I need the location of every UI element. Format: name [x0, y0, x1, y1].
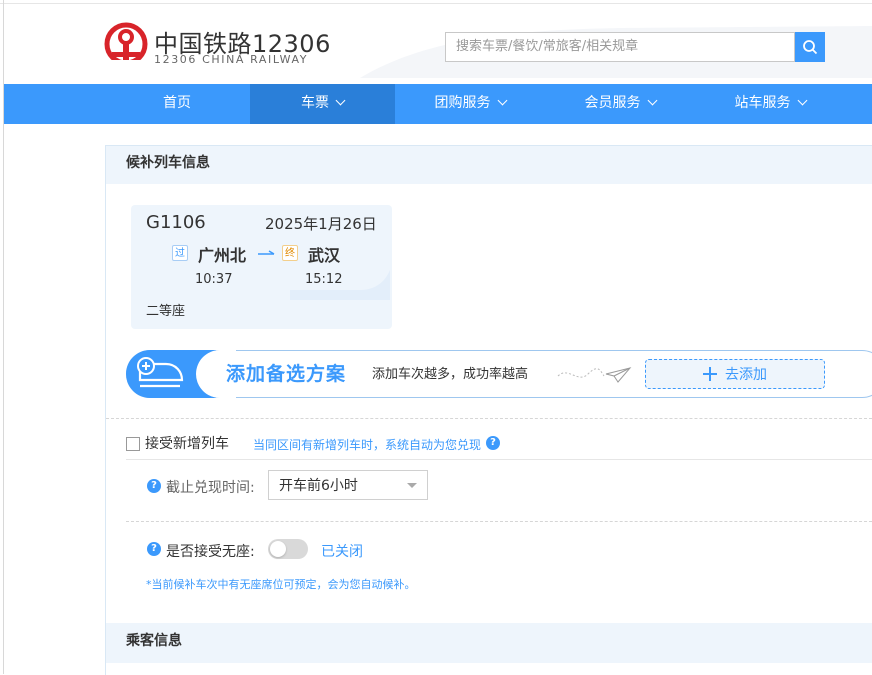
no-seat-state: 已关闭 [321, 544, 363, 560]
logo-subtitle: 12306 CHINA RAILWAY [154, 53, 309, 66]
depart-time: 10:37 [195, 272, 233, 287]
passenger-section-title: 乘客信息 [126, 633, 182, 649]
to-station: 武汉 [308, 246, 341, 265]
passenger-section-header: 乘客信息 [106, 623, 872, 663]
no-seat-label: 是否接受无座: [166, 544, 255, 560]
train-add-icon [137, 357, 184, 388]
paper-plane-icon [557, 367, 632, 383]
chevron-down-icon [647, 95, 657, 106]
add-option-button-label: 去添加 [725, 367, 767, 383]
search-icon [803, 40, 818, 55]
nav-tickets-label: 车票 [301, 95, 329, 111]
question-icon[interactable]: ? [147, 542, 161, 556]
row-divider [126, 459, 872, 460]
chevron-down-icon [797, 95, 807, 106]
nav-member-label: 会员服务 [584, 95, 641, 111]
plus-icon [703, 367, 717, 381]
add-option-subtitle: 添加车次越多，成功率越高 [372, 367, 529, 382]
chevron-down-icon [335, 95, 346, 106]
search-input[interactable]: 搜索车票/餐饮/常旅客/相关规章 [445, 32, 795, 62]
nav-member-service[interactable]: 会员服务 [545, 84, 695, 124]
no-seat-note: *当前候补车次中有无座席位可预定，会为您自动候补。 [146, 578, 416, 591]
nav-group-service[interactable]: 团购服务 [395, 84, 545, 124]
seat-class: 二等座 [146, 304, 186, 319]
section-divider [106, 418, 872, 419]
add-option-title: 添加备选方案 [226, 363, 347, 385]
add-option-button[interactable]: 去添加 [645, 359, 825, 389]
waitlist-section-title: 候补列车信息 [106, 146, 872, 184]
terminal-station-tag: 终 [282, 245, 298, 261]
deadline-label: 截止兑现时间: [166, 480, 255, 496]
search-button[interactable] [795, 32, 825, 62]
chevron-down-icon [407, 483, 417, 488]
pass-station-tag: 过 [172, 245, 188, 261]
railway-logo-icon[interactable] [104, 22, 148, 66]
chevron-down-icon [497, 95, 507, 106]
question-icon[interactable]: ? [486, 436, 500, 450]
main-nav: 首页 车票 团购服务 会员服务 站车服务 [4, 84, 872, 124]
nav-station-service[interactable]: 站车服务 [695, 84, 845, 124]
from-station: 广州北 [198, 246, 247, 265]
nav-station-label: 站车服务 [734, 95, 791, 111]
row-divider [126, 521, 872, 522]
nav-home[interactable]: 首页 [104, 84, 250, 124]
train-code: G1106 [146, 212, 206, 233]
accept-new-trains-checkbox[interactable] [126, 437, 140, 451]
train-date: 2025年1月26日 [265, 215, 377, 233]
question-icon[interactable]: ? [147, 479, 161, 493]
top-divider [0, 3, 872, 4]
accept-new-trains-hint: 当同区间有新增列车时，系统自动为您兑现 [253, 438, 482, 452]
nav-group-label: 团购服务 [434, 95, 491, 111]
nav-tickets[interactable]: 车票 [250, 84, 395, 124]
nav-home-label: 首页 [163, 95, 191, 111]
accept-new-trains-label[interactable]: 接受新增列车 [145, 433, 229, 453]
deadline-select-value: 开车前6小时 [279, 478, 358, 494]
toggle-knob [270, 541, 286, 557]
direction-arrow-icon [258, 250, 275, 255]
arrive-time: 15:12 [305, 272, 343, 287]
